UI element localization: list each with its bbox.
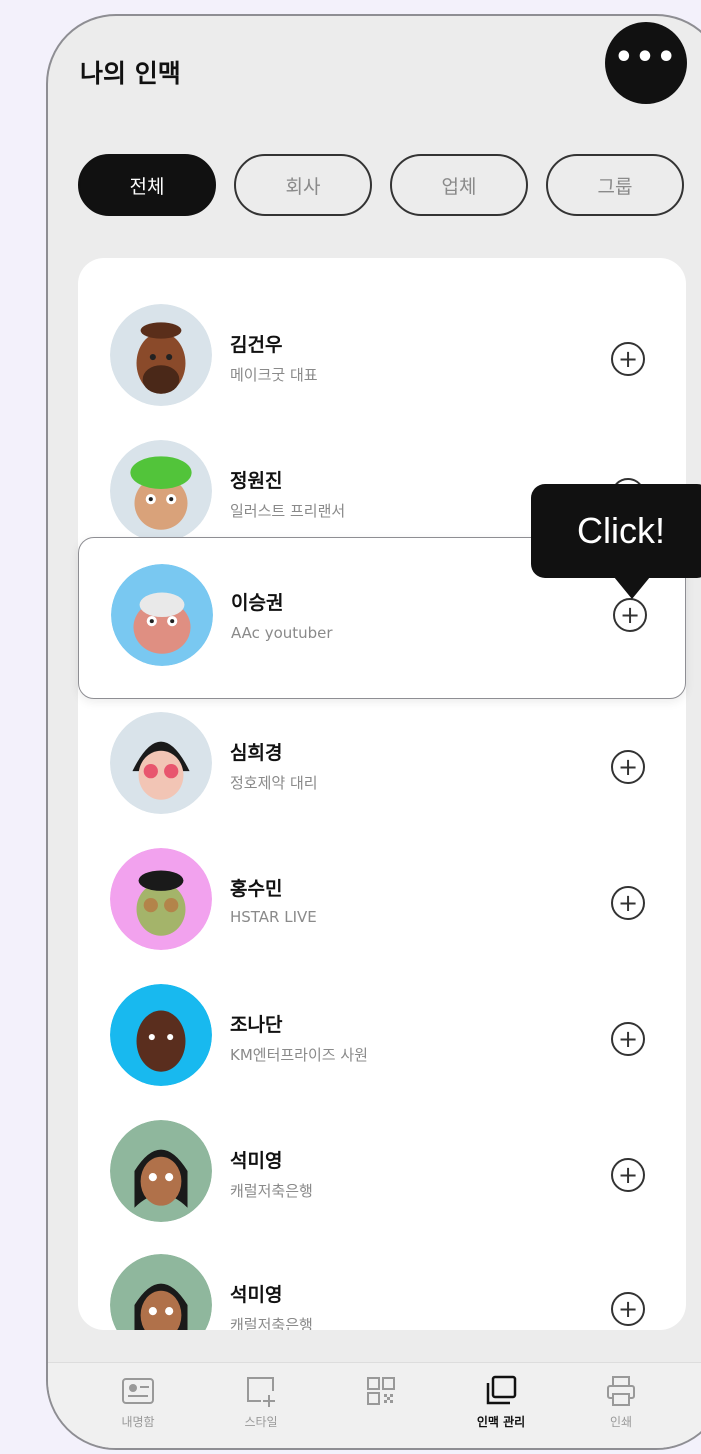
contact-subtitle: 정호제약 대리 xyxy=(230,774,318,792)
contact-subtitle: 캐럴저축은행 xyxy=(230,1182,313,1200)
avatar xyxy=(110,1254,212,1330)
id-card-icon xyxy=(122,1378,154,1404)
tab-vendor[interactable]: 업체 xyxy=(390,154,528,216)
nav-label: 내명함 xyxy=(121,1415,155,1429)
nav-print[interactable]: 인쇄 xyxy=(576,1373,666,1443)
tab-company[interactable]: 회사 xyxy=(234,154,372,216)
contact-subtitle: 캐럴저축은행 xyxy=(230,1316,313,1330)
nav-style[interactable]: 스타일 xyxy=(216,1373,306,1443)
qr-code-icon xyxy=(367,1377,395,1405)
contact-name: 석미영 xyxy=(230,1150,283,1172)
more-button[interactable]: ••• xyxy=(605,22,687,104)
contact-name: 홍수민 xyxy=(230,878,283,900)
click-tooltip: Click! xyxy=(531,484,701,578)
avatar xyxy=(110,712,212,814)
plus-icon: + xyxy=(617,1295,639,1323)
contact-subtitle: AAc youtuber xyxy=(231,624,333,642)
plus-icon: + xyxy=(617,1161,639,1189)
add-contact-button[interactable]: + xyxy=(611,750,645,784)
contact-subtitle: 메이크굿 대표 xyxy=(230,366,318,384)
contact-subtitle: 일러스트 프리랜서 xyxy=(230,502,346,520)
plus-icon: + xyxy=(617,345,639,373)
contact-name: 심희경 xyxy=(230,742,283,764)
more-icon: ••• xyxy=(614,40,678,75)
avatar xyxy=(110,440,212,542)
contact-name: 이승권 xyxy=(231,592,284,614)
avatar xyxy=(110,304,212,406)
plus-icon: + xyxy=(617,889,639,917)
contact-list: 김건우 메이크굿 대표 + 정원진 일러스트 프리랜서 + xyxy=(78,258,686,1330)
nav-label: 인쇄 xyxy=(609,1415,633,1429)
nav-qr[interactable] xyxy=(336,1373,426,1443)
add-contact-button[interactable]: + xyxy=(611,1292,645,1326)
contact-row[interactable]: 홍수민 HSTAR LIVE + xyxy=(78,838,686,976)
avatar xyxy=(110,1120,212,1222)
plus-icon: + xyxy=(617,1025,639,1053)
phone-frame: 나의 인맥 ••• 전체 회사 업체 그룹 김건우 메이크굿 대표 + 정원진 … xyxy=(46,14,701,1450)
contact-name: 조나단 xyxy=(230,1014,283,1036)
avatar xyxy=(110,984,212,1086)
contact-subtitle: KM엔터프라이즈 사원 xyxy=(230,1046,368,1064)
contact-name: 정원진 xyxy=(230,470,283,492)
plus-icon: + xyxy=(617,753,639,781)
tab-group[interactable]: 그룹 xyxy=(546,154,684,216)
contact-row[interactable]: 조나단 KM엔터프라이즈 사원 + xyxy=(78,974,686,1112)
contact-row[interactable]: 석미영 캐럴저축은행 + xyxy=(78,1110,686,1248)
bottom-nav: 내명함 스타일 인맥 관리 인쇄 xyxy=(48,1362,701,1448)
nav-network[interactable]: 인맥 관리 xyxy=(456,1373,546,1443)
add-contact-button[interactable]: + xyxy=(611,1022,645,1056)
avatar xyxy=(111,564,213,666)
tab-all[interactable]: 전체 xyxy=(78,154,216,216)
contact-name: 석미영 xyxy=(230,1284,283,1306)
printer-icon xyxy=(607,1376,635,1406)
contact-row[interactable]: 석미영 캐럴저축은행 + xyxy=(78,1244,686,1330)
add-contact-button[interactable]: + xyxy=(611,342,645,376)
page-title: 나의 인맥 xyxy=(80,59,181,88)
add-contact-button[interactable]: + xyxy=(613,598,647,632)
contact-row[interactable]: 심희경 정호제약 대리 + xyxy=(78,702,686,840)
avatar xyxy=(110,848,212,950)
plus-icon: + xyxy=(619,601,641,629)
add-frame-icon xyxy=(247,1377,275,1407)
add-contact-button[interactable]: + xyxy=(611,886,645,920)
stacked-cards-icon xyxy=(486,1375,517,1405)
contact-name: 김건우 xyxy=(230,334,283,356)
nav-my-card[interactable]: 내명함 xyxy=(93,1373,183,1443)
nav-label: 인맥 관리 xyxy=(476,1415,526,1429)
nav-label: 스타일 xyxy=(244,1415,278,1429)
tooltip-tail xyxy=(614,577,650,599)
contact-subtitle: HSTAR LIVE xyxy=(230,908,317,926)
add-contact-button[interactable]: + xyxy=(611,1158,645,1192)
contact-row[interactable]: 김건우 메이크굿 대표 + xyxy=(78,294,686,432)
